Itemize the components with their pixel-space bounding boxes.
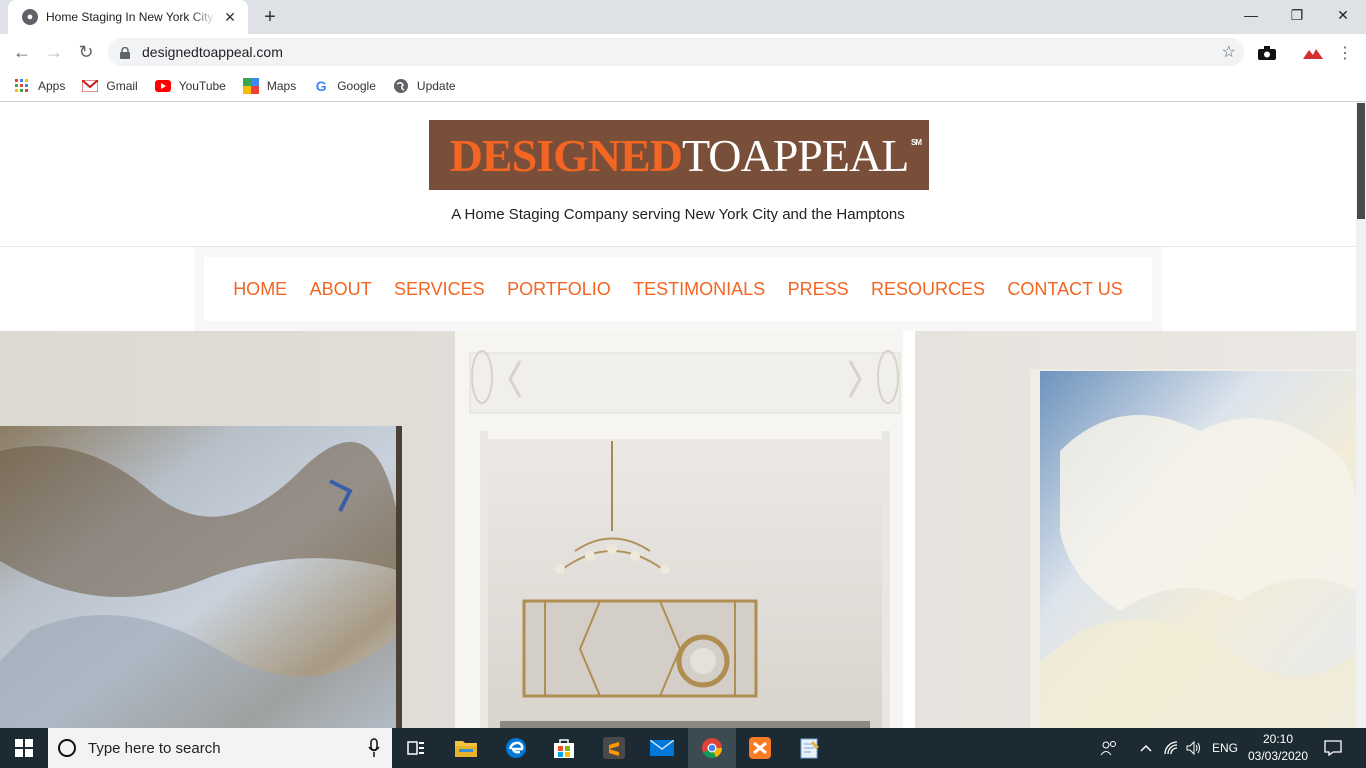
bookmark-label: YouTube [178,78,226,93]
nav-home[interactable]: HOME [233,279,287,300]
microphone-icon[interactable] [368,738,380,758]
bookmark-update[interactable]: Update [393,78,456,94]
clock-time: 20:10 [1262,732,1294,746]
nav-contact-us[interactable]: CONTACT US [1007,279,1122,300]
extension-icon[interactable] [1302,42,1324,64]
bookmark-label: Apps [38,78,66,93]
gmail-icon [82,78,99,94]
people-icon[interactable] [1100,728,1118,768]
notepad-icon[interactable] [786,728,834,768]
url-text: designedtoappeal.com [142,44,283,60]
google-icon: G [315,77,327,94]
menu-icon[interactable]: ⋮ [1334,42,1356,64]
xampp-icon[interactable] [736,728,784,768]
bookmark-gmail[interactable]: Gmail [82,78,138,94]
nav-press[interactable]: PRESS [788,279,849,300]
browser-toolbar: ← → ↻ designedtoappeal.com ☆ ⋮ [0,34,1366,70]
tab-strip: ● Home Staging In New York City and the … [0,0,1366,34]
microsoft-store-icon[interactable] [540,728,588,768]
language-indicator[interactable]: ENG [1212,728,1238,768]
bookmark-star-icon[interactable]: ☆ [1222,42,1236,62]
new-tab-button[interactable]: + [258,5,282,29]
bookmark-label: Maps [266,78,297,93]
restore-button[interactable]: ❐ [1274,0,1320,30]
globe-icon [393,78,409,94]
abstract-painting [0,426,402,728]
taskbar-search[interactable]: Type here to search [48,728,392,768]
logo-text-toappeal: TOAPPEAL [682,129,909,181]
volume-icon[interactable] [1186,728,1202,768]
chevron-up-icon[interactable] [1140,728,1152,768]
youtube-icon [154,78,171,94]
minimize-button[interactable]: — [1228,0,1274,30]
hero-image [0,331,1356,728]
browser-tab[interactable]: ● Home Staging In New York City and the … [8,0,248,34]
bookmark-maps[interactable]: Maps [242,77,297,94]
nav-menu: HOME ABOUT SERVICES PORTFOLIO TESTIMONIA… [204,257,1152,321]
forward-button[interactable]: → [42,40,66,64]
main-nav: HOME ABOUT SERVICES PORTFOLIO TESTIMONIA… [194,247,1162,331]
address-bar[interactable]: designedtoappeal.com ☆ [108,38,1244,66]
notifications-icon[interactable] [1324,728,1342,768]
windows-taskbar: Type here to search ENG 20:10 03/03/2020 [0,728,1366,768]
bookmark-label: Google [337,78,376,93]
camera-icon[interactable] [1256,42,1278,64]
close-tab-icon[interactable]: ✕ [222,9,238,26]
nav-portfolio[interactable]: PORTFOLIO [507,279,611,300]
bookmark-apps[interactable]: Apps [14,78,65,94]
site-tagline: A Home Staging Company serving New York … [451,206,905,223]
logo-text-designed: DESIGNED [449,129,683,181]
maps-icon [242,77,259,94]
close-window-button[interactable]: ✕ [1320,0,1366,30]
mail-icon[interactable] [638,728,686,768]
system-clock[interactable]: 20:10 03/03/2020 [1246,731,1310,765]
scrollbar-thumb[interactable] [1357,103,1365,219]
service-mark: SM [911,138,922,147]
windows-logo-icon [15,739,33,757]
nav-testimonials[interactable]: TESTIMONIALS [633,279,765,300]
chrome-icon[interactable] [688,728,736,768]
bookmark-youtube[interactable]: YouTube [154,78,226,94]
bookmark-label: Gmail [106,78,138,93]
clock-date: 03/03/2020 [1247,749,1309,763]
search-placeholder: Type here to search [88,739,221,757]
reload-button[interactable]: ↻ [74,40,98,64]
wifi-icon[interactable] [1164,728,1180,768]
web-page: DESIGNED TOAPPEAL SM A Home Staging Compa… [0,103,1356,728]
edge-icon[interactable] [492,728,540,768]
sublime-text-icon[interactable] [590,728,638,768]
bookmark-label: Update [416,78,456,93]
cortana-icon [58,739,76,757]
nav-services[interactable]: SERVICES [394,279,485,300]
sky-painting [1030,369,1356,728]
globe-icon: ● [22,9,38,25]
task-view-icon[interactable] [392,728,440,768]
nav-about[interactable]: ABOUT [310,279,372,300]
apps-grid-icon [14,78,30,94]
tab-title: Home Staging In New York City and the Ha… [46,10,216,24]
nav-resources[interactable]: RESOURCES [871,279,985,300]
file-explorer-icon[interactable] [442,728,490,768]
back-button[interactable]: ← [10,40,34,64]
doorway [455,331,915,728]
start-button[interactable] [0,728,48,768]
bookmark-google[interactable]: G Google [313,78,376,94]
site-logo[interactable]: DESIGNED TOAPPEAL SM [429,120,929,190]
bookmarks-bar: Apps Gmail YouTube Maps G Google Update [0,70,1366,102]
page-scrollbar[interactable] [1356,103,1366,728]
lock-icon [120,46,130,59]
